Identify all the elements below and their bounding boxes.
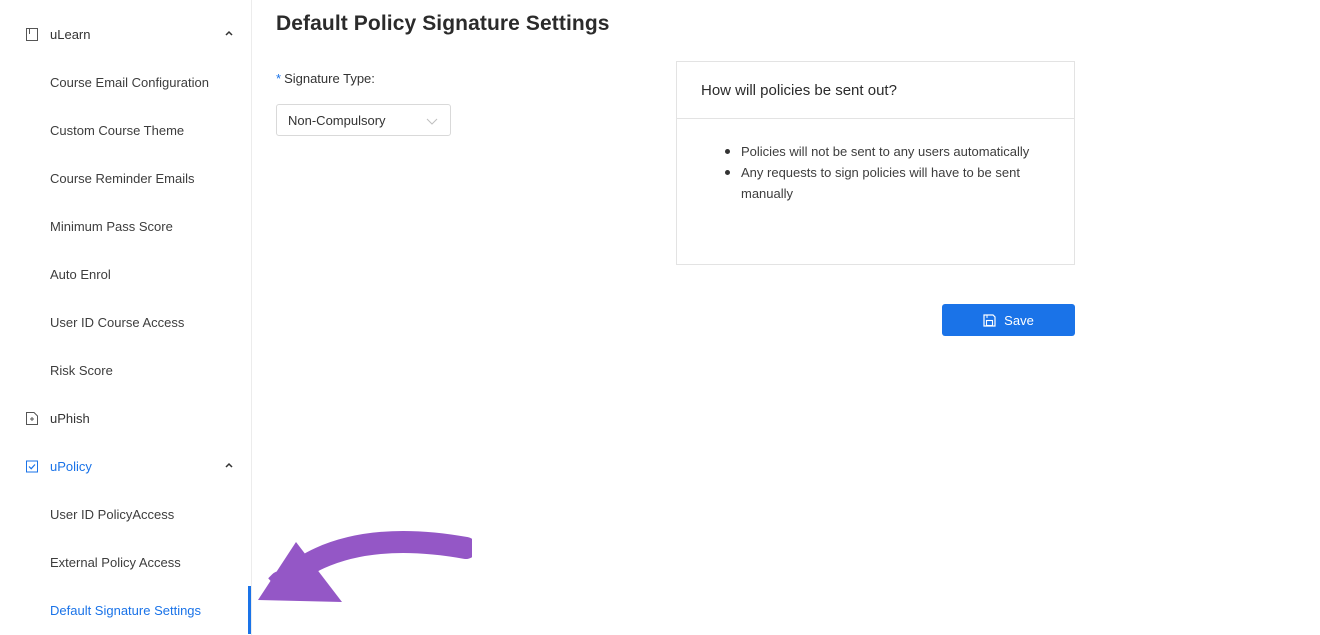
sidebar-item-course-email-configuration[interactable]: Course Email Configuration — [0, 58, 252, 106]
sidebar: uLearn Course Email Configuration Custom… — [0, 0, 252, 635]
book-icon — [26, 27, 38, 41]
sidebar-item-label: Course Reminder Emails — [50, 170, 195, 186]
panel-body: Policies will not be sent to any users a… — [677, 119, 1074, 204]
annotation-arrow-icon — [258, 531, 472, 602]
sidebar-group-label: uLearn — [50, 26, 91, 42]
chevron-up-icon[interactable] — [224, 460, 234, 470]
save-button-label: Save — [1004, 312, 1034, 328]
sidebar-item-label: Minimum Pass Score — [50, 218, 173, 234]
chevron-up-icon[interactable] — [224, 28, 234, 38]
list-item: Any requests to sign policies will have … — [723, 162, 1044, 204]
chevron-down-icon — [426, 118, 438, 125]
sidebar-group-label: uPhish — [50, 410, 90, 426]
sidebar-group-label: uPolicy — [50, 458, 92, 474]
sidebar-item-label: Course Email Configuration — [50, 74, 209, 90]
sidebar-item-label: Default Signature Settings — [50, 602, 202, 618]
page-title: Default Policy Signature Settings — [276, 12, 610, 35]
sidebar-group-ulearn[interactable]: uLearn — [0, 10, 252, 58]
sidebar-item-label: User ID PolicyAccess — [50, 506, 175, 522]
policy-info-panel: How will policies be sent out? Policies … — [676, 61, 1075, 265]
signature-type-select[interactable]: Non-Compulsory — [276, 104, 451, 136]
policy-info-list: Policies will not be sent to any users a… — [723, 141, 1044, 204]
sidebar-group-upolicy[interactable]: uPolicy — [0, 442, 252, 490]
sidebar-item-risk-score[interactable]: Risk Score — [0, 346, 252, 394]
label-colon: : — [371, 71, 375, 86]
sidebar-item-user-id-policy-access[interactable]: User ID PolicyAccess — [0, 490, 252, 538]
sidebar-group-uphish[interactable]: uPhish — [0, 394, 252, 442]
sidebar-item-label: Risk Score — [50, 362, 113, 378]
signature-type-value: Non-Compulsory — [288, 112, 386, 128]
sidebar-item-label: Auto Enrol — [50, 266, 111, 282]
file-icon — [26, 411, 38, 425]
sidebar-item-label: External Policy Access — [50, 554, 181, 570]
sidebar-item-minimum-pass-score[interactable]: Minimum Pass Score — [0, 202, 252, 250]
sidebar-item-default-signature-settings[interactable]: Default Signature Settings — [0, 586, 252, 634]
sidebar-item-custom-course-theme[interactable]: Custom Course Theme — [0, 106, 252, 154]
sidebar-item-auto-enrol[interactable]: Auto Enrol — [0, 250, 252, 298]
list-item: Policies will not be sent to any users a… — [723, 141, 1044, 162]
sidebar-item-course-reminder-emails[interactable]: Course Reminder Emails — [0, 154, 252, 202]
sidebar-item-user-id-course-access[interactable]: User ID Course Access — [0, 298, 252, 346]
signature-type-label: * Signature Type: — [276, 71, 375, 86]
save-icon — [983, 313, 996, 327]
save-button[interactable]: Save — [942, 304, 1075, 336]
required-mark: * — [276, 71, 282, 86]
panel-title: How will policies be sent out? — [677, 62, 1074, 119]
checkbox-icon — [26, 460, 38, 472]
signature-type-label-text: Signature Type — [284, 71, 372, 86]
sidebar-item-label: User ID Course Access — [50, 314, 185, 330]
sidebar-item-external-policy-access[interactable]: External Policy Access — [0, 538, 252, 586]
sidebar-item-label: Custom Course Theme — [50, 122, 185, 138]
